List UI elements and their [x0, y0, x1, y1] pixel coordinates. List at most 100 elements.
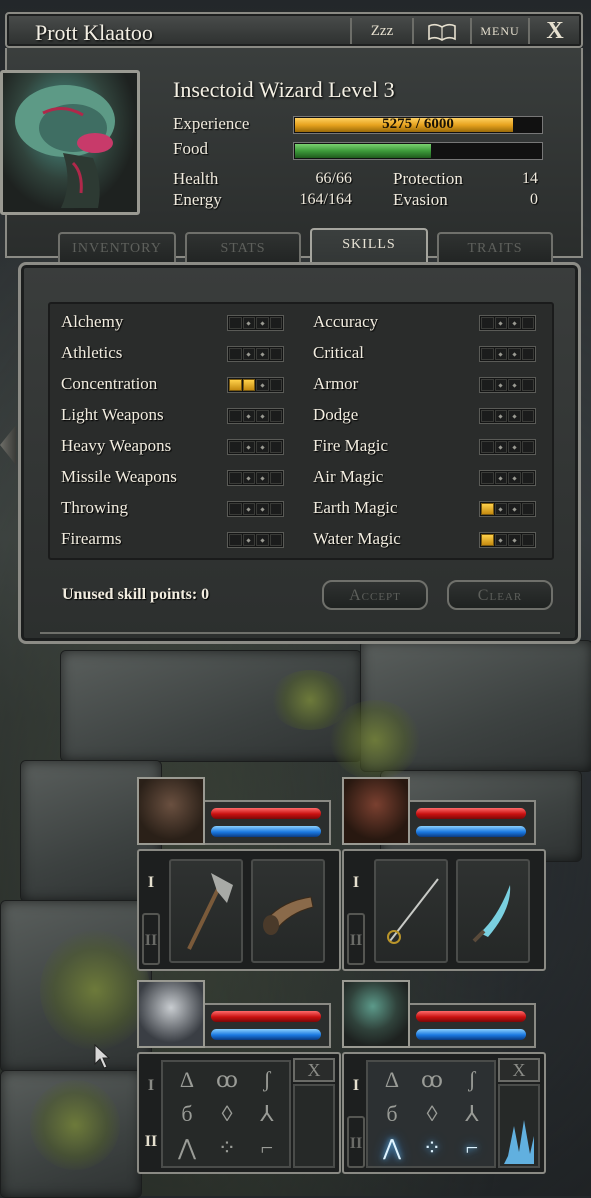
skill-pip: [494, 379, 507, 391]
skill-level-pips[interactable]: [479, 501, 536, 517]
skill-name: Athletics: [61, 343, 123, 362]
skill-level-pips[interactable]: [479, 377, 536, 393]
rune-icon[interactable]: ◊: [211, 1100, 243, 1128]
skill-pip: [229, 534, 242, 546]
rune-icon[interactable]: ⋀: [376, 1134, 408, 1162]
skill-level-pips[interactable]: [227, 315, 284, 331]
skill-level-pips[interactable]: [479, 532, 536, 548]
rune-icon[interactable]: ⌐: [456, 1134, 488, 1162]
skill-level-pips[interactable]: [479, 346, 536, 362]
tab-stats[interactable]: STATS: [185, 232, 301, 262]
close-button[interactable]: X: [528, 18, 580, 44]
rune-icon[interactable]: ꝏ: [211, 1066, 243, 1094]
skill-level-pips[interactable]: [479, 470, 536, 486]
tab-inventory[interactable]: INVENTORY: [58, 232, 176, 262]
skill-level-pips[interactable]: [227, 470, 284, 486]
skill-level-pips[interactable]: [479, 315, 536, 331]
hand-set-2-tab[interactable]: II: [142, 913, 160, 965]
skill-pip: [242, 503, 255, 515]
evasion-value: 0: [530, 191, 538, 208]
skill-name: Dodge: [313, 405, 359, 424]
hand-set-2-tab[interactable]: II: [347, 1116, 365, 1168]
panel-bottom-strip: [40, 632, 560, 644]
status-bars: [205, 1003, 331, 1048]
skill-level-pips[interactable]: [227, 532, 284, 548]
skill-level-pips[interactable]: [227, 439, 284, 455]
hand-set-1-tab[interactable]: I: [142, 857, 160, 909]
skill-pip: [508, 348, 521, 360]
skill-level-pips[interactable]: [227, 501, 284, 517]
weapon-slot-2[interactable]: [456, 859, 530, 963]
rune-icon[interactable]: б: [171, 1100, 203, 1128]
rune-icon[interactable]: Δ: [171, 1066, 203, 1094]
rune-icon[interactable]: ꝏ: [416, 1066, 448, 1094]
close-spell-button[interactable]: X: [498, 1058, 540, 1082]
rune-icon[interactable]: ⅄: [251, 1100, 283, 1128]
rune-icon[interactable]: ʃ: [456, 1066, 488, 1094]
hand-set-1-tab[interactable]: I: [347, 857, 365, 909]
spell-slot[interactable]: [293, 1084, 335, 1168]
skill-level-pips[interactable]: [227, 346, 284, 362]
tab-traits[interactable]: TRAITS: [437, 232, 553, 262]
avatar[interactable]: [137, 777, 205, 845]
rune-icon[interactable]: Δ: [376, 1066, 408, 1094]
skill-level-pips[interactable]: [227, 408, 284, 424]
skill-pip: [481, 472, 494, 484]
health-bar: [416, 808, 526, 819]
skill-pip: [508, 317, 521, 329]
skill-pip: [229, 472, 242, 484]
weapon-slot-2[interactable]: [251, 859, 325, 963]
avatar[interactable]: [137, 980, 205, 1048]
rune-icon[interactable]: ʃ: [251, 1066, 283, 1094]
skill-pip: [494, 503, 507, 515]
health-bar: [211, 1011, 321, 1022]
rune-icon[interactable]: ⅄: [456, 1100, 488, 1128]
spell-slot[interactable]: [498, 1084, 540, 1168]
skill-pip: [269, 348, 282, 360]
tab-skills[interactable]: SKILLS: [310, 228, 428, 266]
accept-button[interactable]: Accept: [322, 580, 428, 610]
skill-pip: [508, 472, 521, 484]
menu-button[interactable]: MENU: [470, 18, 528, 44]
skill-level-pips[interactable]: [479, 408, 536, 424]
journal-button[interactable]: [412, 18, 470, 44]
clear-button[interactable]: Clear: [447, 580, 553, 610]
weapon-slot-1[interactable]: [374, 859, 448, 963]
skill-name: Water Magic: [313, 529, 401, 548]
horn-icon: [263, 896, 314, 935]
avatar[interactable]: [342, 980, 410, 1048]
rune-icon[interactable]: б: [376, 1100, 408, 1128]
skill-pip: [229, 379, 242, 391]
skill-level-pips[interactable]: [227, 377, 284, 393]
status-bars: [205, 800, 331, 845]
skill-name: Light Weapons: [61, 405, 164, 424]
skill-pip: [256, 410, 269, 422]
rune-icon[interactable]: ⁘: [416, 1134, 448, 1162]
weapon-slot-1[interactable]: [169, 859, 243, 963]
food-bar: [293, 142, 543, 160]
status-bars: [410, 800, 536, 845]
skill-pip: [269, 379, 282, 391]
rune-icon[interactable]: ⌐: [251, 1134, 283, 1162]
skill-pip: [229, 503, 242, 515]
close-spell-button[interactable]: X: [293, 1058, 335, 1082]
skill-pip: [229, 441, 242, 453]
skill-name: Accuracy: [313, 312, 379, 331]
mouse-cursor-icon: [94, 1044, 110, 1069]
hand-set-1-tab[interactable]: I: [142, 1060, 160, 1112]
hand-set-1-tab[interactable]: I: [347, 1060, 365, 1112]
hand-set-2-tab[interactable]: II: [142, 1116, 160, 1168]
hand-set-2-tab[interactable]: II: [347, 913, 365, 965]
skill-level-pips[interactable]: [479, 439, 536, 455]
skill-pip: [521, 410, 534, 422]
rest-button[interactable]: Zzz: [350, 18, 412, 44]
skill-pip: [256, 534, 269, 546]
skill-pip: [242, 472, 255, 484]
avatar[interactable]: [342, 777, 410, 845]
skill-pip: [508, 441, 521, 453]
rune-icon[interactable]: ⋀: [171, 1134, 203, 1162]
skill-name: Armor: [313, 374, 359, 393]
rune-icon[interactable]: ◊: [416, 1100, 448, 1128]
skill-pip: [242, 441, 255, 453]
rune-icon[interactable]: ⁘: [211, 1134, 243, 1162]
